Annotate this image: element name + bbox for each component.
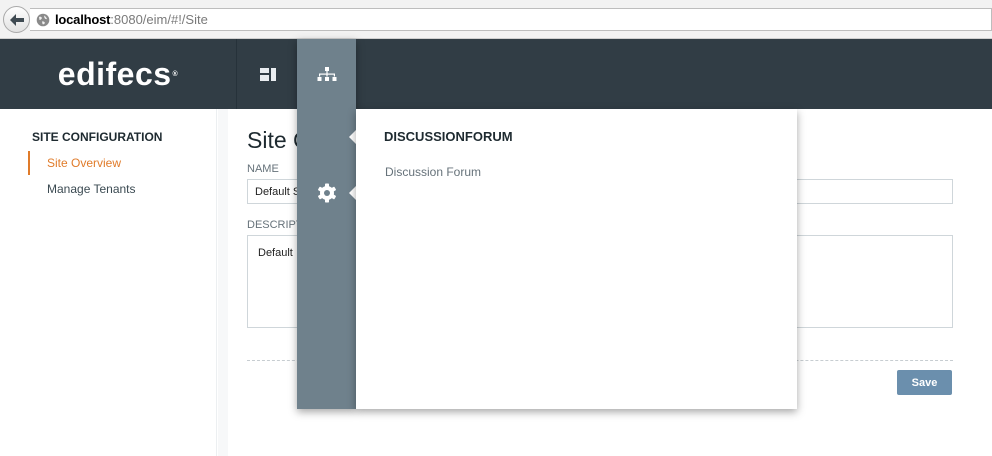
description-label: DESCRIPT xyxy=(247,219,303,231)
content-gutter xyxy=(218,109,228,456)
registered-mark: ® xyxy=(172,70,179,78)
active-indicator xyxy=(349,186,356,200)
globe-icon xyxy=(36,13,50,27)
address-bar[interactable]: localhost:8080/eim/#!/Site xyxy=(30,8,992,31)
sidebar-item-site-overview[interactable]: Site Overview xyxy=(28,151,198,175)
dashboard-nav-button[interactable] xyxy=(238,39,297,109)
app-nav-rail xyxy=(297,39,356,409)
popover-title: DISCUSSIONFORUM xyxy=(384,129,513,144)
browser-toolbar: localhost:8080/eim/#!/Site xyxy=(0,0,992,39)
edifecs-logo[interactable]: edifecs ® xyxy=(0,39,237,109)
sidebar-heading: SITE CONFIGURATION xyxy=(32,130,163,144)
active-indicator xyxy=(349,130,356,144)
sidebar: SITE CONFIGURATION Site Overview Manage … xyxy=(0,109,217,456)
sidebar-item-manage-tenants[interactable]: Manage Tenants xyxy=(28,177,198,201)
sitemap-nav-button[interactable] xyxy=(297,39,356,109)
discussion-forum-popover: DISCUSSIONFORUM Discussion Forum xyxy=(356,109,797,409)
gear-icon xyxy=(317,183,336,203)
settings-nav-button[interactable] xyxy=(297,173,356,213)
save-button[interactable]: Save xyxy=(897,370,952,395)
name-label: NAME xyxy=(247,163,279,175)
dashboard-icon xyxy=(259,67,276,81)
url-path: :8080/eim/#!/Site xyxy=(110,12,208,27)
discussion-forum-link[interactable]: Discussion Forum xyxy=(385,165,481,179)
logo-text: edifecs xyxy=(57,55,172,92)
url-host: localhost xyxy=(55,12,111,27)
app-header: edifecs ® xyxy=(0,39,992,109)
sidebar-item-label: Manage Tenants xyxy=(47,182,136,196)
sidebar-item-label: Site Overview xyxy=(47,156,122,170)
back-button[interactable] xyxy=(3,6,30,33)
arrow-left-icon xyxy=(9,13,24,26)
sitemap-icon xyxy=(317,66,336,81)
